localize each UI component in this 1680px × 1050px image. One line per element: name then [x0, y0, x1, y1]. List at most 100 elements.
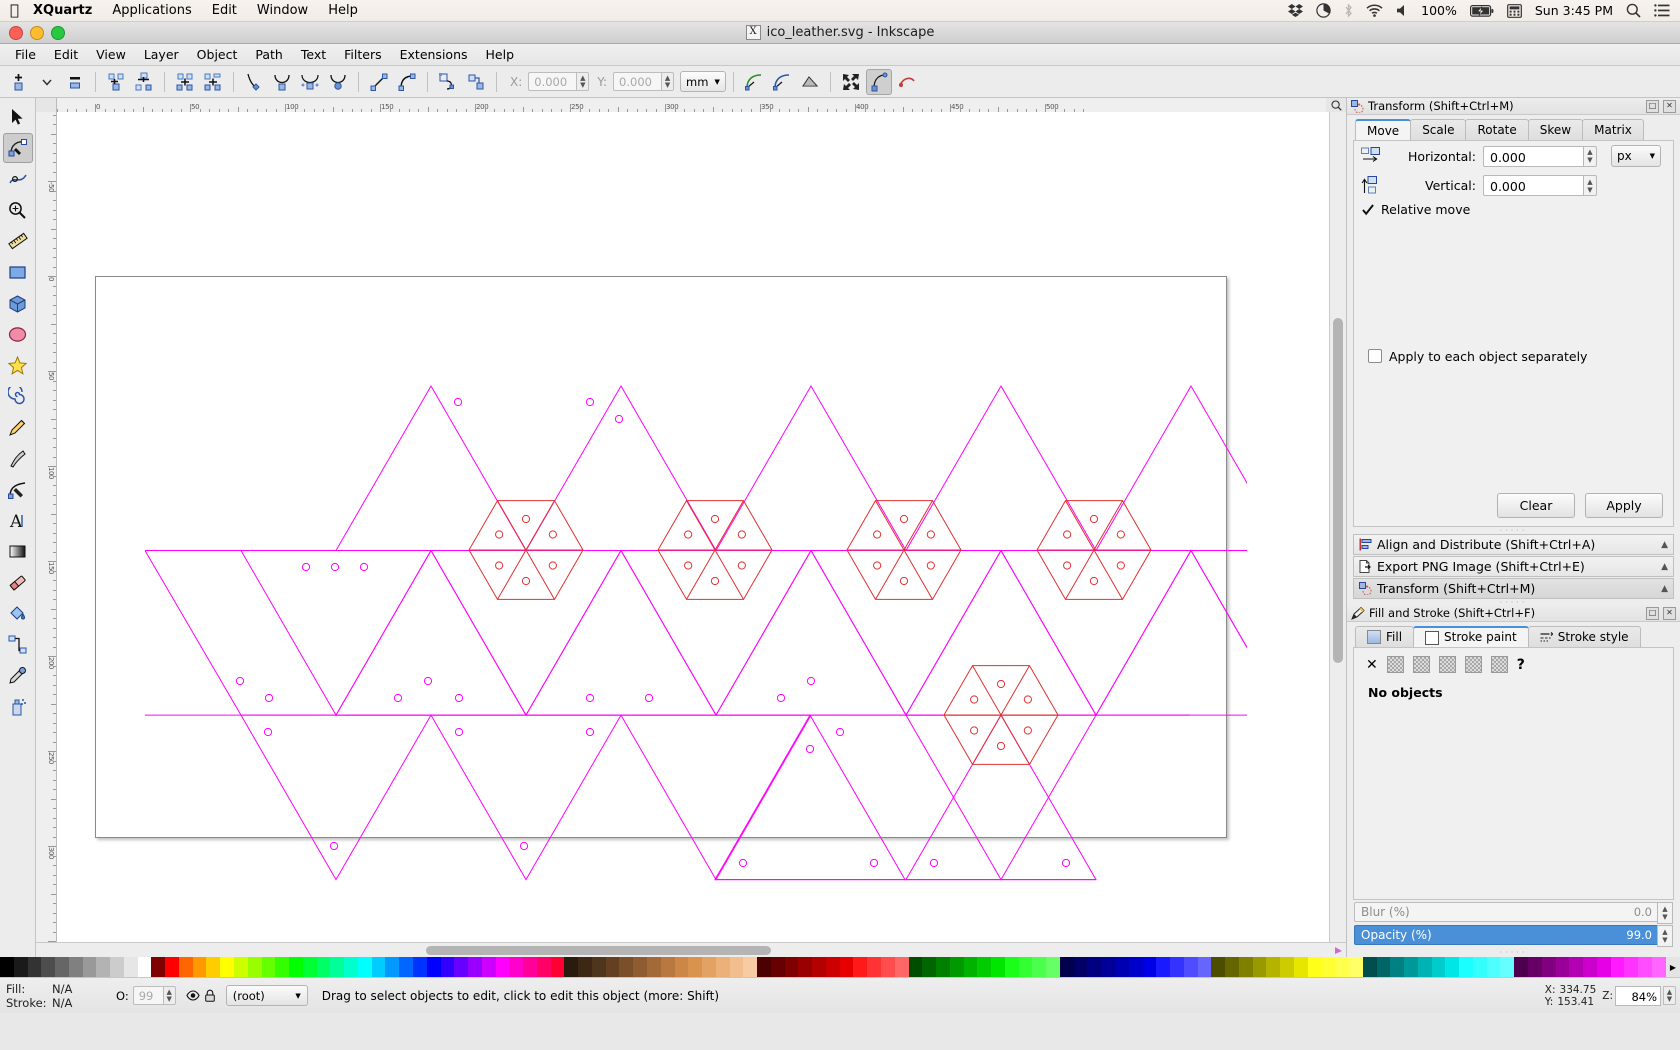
wifi-icon[interactable]: [1366, 4, 1383, 17]
palette-swatch[interactable]: [1225, 957, 1239, 977]
calculator-icon[interactable]: [1506, 3, 1522, 18]
dialog-strip-transform[interactable]: Transform (Shift+Ctrl+M) ▲: [1353, 578, 1674, 599]
palette-swatch[interactable]: [1486, 957, 1501, 977]
spiral-tool[interactable]: [3, 381, 33, 411]
palette-swatch[interactable]: [881, 957, 895, 977]
palette-swatch[interactable]: [633, 957, 647, 977]
palette-swatch[interactable]: [0, 957, 14, 977]
dropper-tool[interactable]: [3, 660, 33, 690]
stitch-hole[interactable]: [929, 858, 939, 868]
dock-float-button[interactable]: □: [1646, 99, 1659, 113]
scrollbar-corner-arrow-icon[interactable]: [1330, 942, 1346, 957]
show-clip-paths-icon[interactable]: [741, 69, 767, 95]
opacity-status-field[interactable]: 99 ▲ ▼: [132, 986, 176, 1005]
palette-swatch[interactable]: [1459, 957, 1473, 977]
palette-swatch[interactable]: [261, 957, 276, 977]
palette-swatch[interactable]: [1238, 957, 1253, 977]
radial-gradient-icon[interactable]: [1438, 656, 1456, 673]
palette-swatch[interactable]: [1417, 957, 1432, 977]
stitch-hole[interactable]: [585, 727, 595, 737]
stitch-hole[interactable]: [996, 679, 1006, 689]
palette-swatch[interactable]: [977, 957, 992, 977]
volume-icon[interactable]: [1396, 4, 1408, 17]
palette-swatch[interactable]: [82, 957, 97, 977]
artwork-polygon[interactable]: [1095, 549, 1247, 716]
stitch-hole[interactable]: [1061, 858, 1071, 868]
palette-swatch[interactable]: [151, 957, 166, 977]
palette-swatch[interactable]: [454, 957, 469, 977]
stitch-hole[interactable]: [301, 562, 311, 572]
y-coordinate-field[interactable]: 0.000 ▲ ▼: [613, 72, 675, 91]
pencil-tool[interactable]: [3, 412, 33, 442]
palette-swatch[interactable]: [316, 957, 331, 977]
vertical-scrollbar[interactable]: [1329, 112, 1346, 942]
fill-stroke-indicator[interactable]: Fill: N/A Stroke: N/A: [0, 982, 102, 1010]
palette-swatch[interactable]: [619, 957, 634, 977]
join-nodes-icon[interactable]: [103, 69, 129, 95]
palette-swatch[interactable]: [922, 957, 937, 977]
segment-line-icon[interactable]: [366, 69, 392, 95]
menu-filters[interactable]: Filters: [335, 45, 390, 64]
palette-swatch[interactable]: [1335, 957, 1350, 977]
artwork-polygon[interactable]: [715, 384, 907, 552]
flat-color-icon[interactable]: [1386, 656, 1404, 673]
palette-swatch[interactable]: [96, 957, 111, 977]
palette-swatch[interactable]: [220, 957, 235, 977]
palette-swatch[interactable]: [894, 957, 909, 977]
palette-swatch[interactable]: [68, 957, 83, 977]
insert-node-icon[interactable]: [6, 69, 32, 95]
stitch-hole[interactable]: [970, 695, 979, 704]
palette-swatch[interactable]: [798, 957, 813, 977]
stitch-hole[interactable]: [548, 530, 557, 539]
apply-button[interactable]: Apply: [1585, 493, 1663, 518]
notification-center-icon[interactable]: [1654, 4, 1670, 17]
zoom-tool[interactable]: [3, 195, 33, 225]
stitch-hole[interactable]: [453, 397, 463, 407]
chevron-up-icon[interactable]: ▲: [1661, 584, 1668, 594]
drawing-canvas[interactable]: [57, 112, 1329, 942]
stitch-hole[interactable]: [737, 530, 746, 539]
break-nodes-icon[interactable]: [131, 69, 157, 95]
rectangle-tool[interactable]: [3, 257, 33, 287]
palette-swatch[interactable]: [412, 957, 427, 977]
chevron-up-icon[interactable]: ▲: [1661, 562, 1668, 572]
palette-swatch[interactable]: [481, 957, 496, 977]
palette-swatch[interactable]: [1293, 957, 1308, 977]
menu-item-xquartz[interactable]: XQuartz: [33, 3, 92, 18]
pattern-icon[interactable]: [1464, 656, 1482, 673]
stitch-hole[interactable]: [454, 693, 464, 703]
chevron-down-icon[interactable]: [34, 69, 60, 95]
object-to-path-icon[interactable]: [435, 69, 461, 95]
colorsync-icon[interactable]: [1316, 3, 1331, 18]
palette-swatch[interactable]: [344, 957, 358, 977]
x-coordinate-input[interactable]: 0.000: [528, 72, 577, 91]
color-palette[interactable]: [0, 957, 1666, 977]
palette-swatch[interactable]: [137, 957, 152, 977]
stitch-hole[interactable]: [926, 530, 935, 539]
palette-swatch[interactable]: [660, 957, 675, 977]
artwork-polygon[interactable]: [525, 384, 717, 552]
palette-swatch[interactable]: [605, 957, 620, 977]
apply-each-checkbox[interactable]: [1368, 349, 1382, 363]
stitch-hole[interactable]: [585, 397, 595, 407]
artwork-polygon[interactable]: [335, 384, 527, 552]
stitch-hole[interactable]: [710, 514, 720, 524]
artwork-edge[interactable]: [144, 550, 242, 716]
battery-icon[interactable]: [1469, 4, 1494, 17]
palette-swatch[interactable]: [468, 957, 482, 977]
stitch-hole[interactable]: [359, 562, 369, 572]
horizontal-input[interactable]: 0.000: [1483, 145, 1583, 167]
paint-bucket-tool[interactable]: [3, 598, 33, 628]
stitch-hole[interactable]: [926, 561, 935, 570]
relative-move-row[interactable]: Relative move: [1354, 200, 1673, 223]
chevron-up-icon[interactable]: ▲: [1661, 540, 1668, 550]
tab-matrix[interactable]: Matrix: [1582, 119, 1644, 140]
tab-stroke-paint[interactable]: Stroke paint: [1413, 626, 1529, 647]
palette-swatch[interactable]: [1142, 957, 1157, 977]
stitch-hole[interactable]: [737, 561, 746, 570]
palette-swatch[interactable]: [399, 957, 413, 977]
palette-swatch[interactable]: [825, 957, 840, 977]
layer-visibility-icon[interactable]: [186, 989, 200, 1002]
window-title-bar[interactable]: X ico_leather.svg - Inkscape: [0, 22, 1680, 44]
node-symmetric-icon[interactable]: [297, 69, 323, 95]
